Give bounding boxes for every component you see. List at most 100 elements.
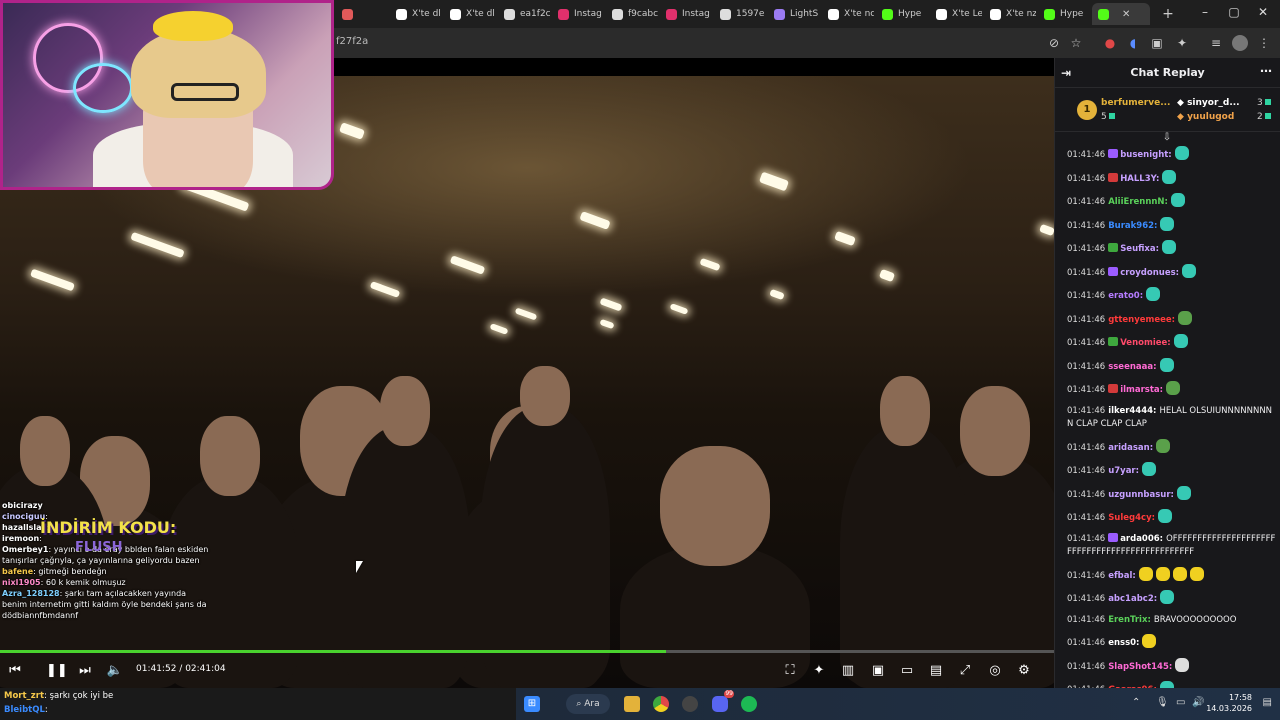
browser-tab[interactable]: X'te dl [390,3,442,25]
leader-2-name[interactable]: ◆ sinyor_d... [1177,98,1240,108]
chat-username[interactable]: aridasan: [1108,443,1153,453]
skip-forward-icon[interactable]: ⏭ [76,662,94,680]
chat-username[interactable]: ilker4444: [1108,406,1156,416]
sparkle-icon[interactable]: ✦ [810,662,828,680]
crop-icon[interactable]: ⛶ [781,662,799,680]
volume-icon[interactable]: 🔈 [106,662,124,680]
leader-3-name[interactable]: ◆ yuulugod [1177,112,1234,122]
browser-tab[interactable]: Instag [660,3,712,25]
fullscreen-icon[interactable]: ⤢ [956,662,974,680]
scroll-to-bottom-icon[interactable]: ⇩ [1161,132,1173,144]
browser-tab[interactable]: LightS [768,3,820,25]
browser-tab[interactable]: X'te nc [822,3,874,25]
chat-username[interactable]: HALL3Y: [1120,174,1159,184]
leader-1-value: 5 [1101,112,1115,122]
chat-username[interactable]: ilmarsta: [1120,385,1163,395]
chat-username[interactable]: Burak962: [1108,221,1157,231]
browser-tab[interactable]: Hype [876,3,928,25]
chat-username[interactable]: efbal: [1108,571,1136,581]
chrome-icon[interactable] [653,696,669,712]
tab-favicon-icon [558,8,569,20]
app-icon[interactable] [682,696,698,712]
chat-message: 01:41:46 ilmarsta: [1055,381,1280,398]
chat-username[interactable]: enss0: [1108,638,1139,648]
extension-record-icon[interactable]: ● [1102,35,1118,51]
speed-icon[interactable]: ◎ [986,662,1004,680]
browser-tab[interactable]: X'te dl [444,3,496,25]
chat-message: 01:41:46 ilker4444: HELAL OLSUIUNNNNNNNNN … [1055,405,1280,432]
chat-username[interactable]: arda006: [1120,534,1163,544]
chat-username[interactable]: uzgunnbasur: [1108,490,1174,500]
chat-username[interactable]: AliiErennnN: [1108,197,1168,207]
profile-avatar[interactable] [1232,35,1248,51]
browser-tab[interactable]: ✕ [1092,3,1150,25]
browser-menu-icon[interactable]: ⋮ [1256,35,1272,51]
chat-username[interactable]: Suleg4cy: [1108,513,1155,523]
reading-list-icon[interactable]: ≡ [1208,35,1224,51]
chat-username[interactable]: erato0: [1108,291,1143,301]
file-explorer-icon[interactable] [624,696,640,712]
chat-message: 01:41:46 abc1abc2: [1055,590,1280,607]
maximize-button[interactable]: ▢ [1222,5,1246,19]
tab-label: X'te Le [952,9,982,19]
chat-username[interactable]: Seufixa: [1120,244,1159,254]
browser-tab[interactable]: Hype [1038,3,1090,25]
chat-username[interactable]: croydonues: [1120,268,1179,278]
bookmark-star-icon[interactable]: ☆ [1068,35,1084,51]
chat-emote-icon [1174,146,1189,160]
ceiling-light [449,255,486,275]
settings-gear-icon[interactable]: ⚙ [1015,662,1033,680]
close-window-button[interactable]: ✕ [1251,5,1275,19]
chat-username[interactable]: gttenyemeee: [1108,315,1175,325]
discord-icon[interactable]: 99 [712,690,734,712]
browser-tab[interactable]: X'te nz [984,3,1036,25]
chat-username[interactable]: u7yar: [1108,466,1139,476]
taskbar-clock[interactable]: 17:58 14.03.2026 [1206,692,1252,714]
browser-tab[interactable]: f9cabc [606,3,658,25]
skip-back-icon[interactable]: ⏮ [6,662,24,680]
start-windows-icon[interactable]: ⊞ [524,696,540,712]
leader-1-name[interactable]: berfumerve... [1101,98,1170,108]
spotify-icon[interactable] [741,696,757,712]
extension-audio-icon[interactable]: ◖ [1125,35,1141,51]
network-icon[interactable]: ▭ [1176,697,1185,708]
extensions-puzzle-icon[interactable]: ✦ [1174,35,1190,51]
browser-tab[interactable]: Instag [552,3,604,25]
browser-tab[interactable]: ea1f2c [498,3,550,25]
user-badge-icon [1108,384,1119,393]
collapse-chat-icon[interactable]: ⇥ [1061,66,1071,80]
chat-emote-icon [1166,381,1181,395]
pause-icon[interactable]: ❚❚ [46,662,68,680]
eye-off-icon[interactable]: ⊘ [1046,35,1062,51]
mini-player-icon[interactable]: ▣ [869,662,887,680]
new-tab-button[interactable]: + [1160,6,1176,22]
browser-tab[interactable] [336,3,388,25]
minimize-button[interactable]: – [1193,5,1217,19]
browser-tab[interactable]: 1597e [714,3,766,25]
chat-username[interactable]: Venomiee: [1120,338,1170,348]
chat-username[interactable]: abc1abc2: [1108,594,1157,604]
browser-tab[interactable]: X'te Le [930,3,982,25]
chat-timestamp: 01:41:46 [1067,570,1106,581]
tray-chevron-icon[interactable]: ⌃ [1132,697,1140,708]
close-tab-icon[interactable]: ✕ [1122,9,1130,20]
crowd-person [340,426,470,688]
theater-icon[interactable]: ▭ [898,662,916,680]
chat-username[interactable]: busenight: [1120,150,1172,160]
url-text[interactable]: f27f2a [336,36,368,47]
chat-username[interactable]: sseenaaa: [1108,362,1156,372]
microphone-icon[interactable]: 🎙 [1156,697,1169,708]
chat-username[interactable]: SlapShot145: [1108,662,1172,672]
stats-icon[interactable]: ▥ [839,662,857,680]
overlay-chat-message: benim internetim gitti kaldım öyle bende… [2,599,232,610]
taskbar-search[interactable]: ⌕ Ara [566,694,610,714]
chat-message: 01:41:46 arda006: OFFFFFFFFFFFFFFFFFFFFFFF… [1055,532,1280,560]
seek-bar[interactable] [0,650,1054,653]
volume-tray-icon[interactable]: 🔊 [1192,697,1204,708]
chat-username[interactable]: ErenTrix: [1108,615,1151,625]
notification-icon[interactable]: ▤ [1263,697,1272,708]
overlay-chat-username: bafene [2,567,34,576]
chat-more-icon[interactable]: ⋯ [1260,64,1272,78]
extension-shield-icon[interactable]: ▣ [1149,35,1165,51]
captions-icon[interactable]: ▤ [927,662,945,680]
